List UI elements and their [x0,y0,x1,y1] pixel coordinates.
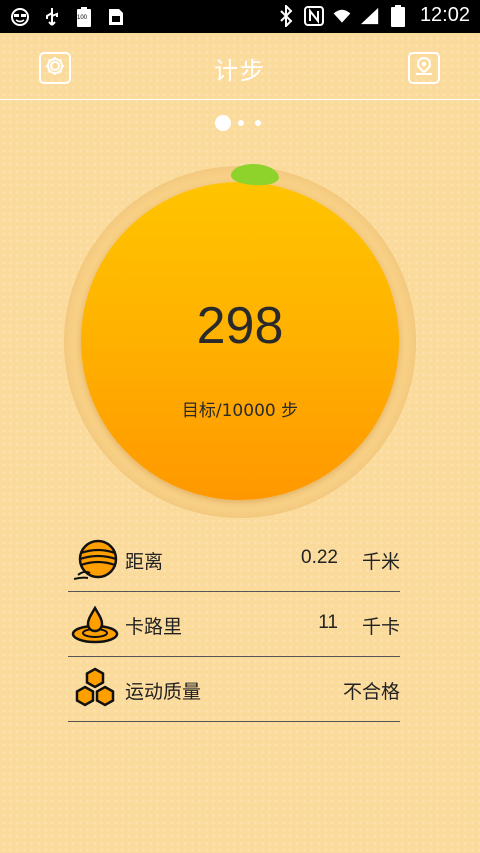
wifi-icon [332,6,352,26]
honeycomb-icon [70,665,120,715]
status-bar: 100 12:02 [0,0,480,33]
battery-100-icon: 100 [74,7,94,27]
calories-value: 11 [318,612,338,633]
page-indicator [0,115,480,131]
stats-list: 距离 0.22 千米 卡路里 11 千卡 运动质量 不合格 [68,527,400,722]
face-icon [10,7,30,27]
bluetooth-icon [276,4,296,27]
nfc-icon [303,5,324,26]
quality-value: 不合格 [342,681,400,703]
header-divider [0,99,480,100]
usb-icon [42,7,62,27]
oil-drop-icon [70,600,120,650]
clock: 12:02 [419,4,470,26]
step-goal: 目标/10000 步 [181,401,299,421]
calories-label: 卡路里 [125,616,183,638]
step-count: 298 [196,297,284,355]
page-dot[interactable] [255,120,261,126]
distance-value: 0.22 [301,547,338,568]
location-pin-icon [413,55,435,81]
calories-unit: 千卡 [361,616,400,638]
quality-label: 运动质量 [125,681,202,703]
page-dot-active[interactable] [215,115,231,131]
app-header: 计步 [0,33,480,99]
distance-unit: 千米 [361,551,400,573]
signal-icon [360,6,380,26]
device-button[interactable] [408,52,440,84]
distance-label: 距离 [125,551,164,573]
sim-icon [106,7,126,27]
battery-icon [388,4,408,27]
stat-row-quality: 运动质量 不合格 [68,657,400,722]
distance-ball-icon [70,535,120,585]
page-dot[interactable] [238,120,244,126]
stat-row-calories: 卡路里 11 千卡 [68,592,400,657]
stat-row-distance: 距离 0.22 千米 [68,527,400,592]
